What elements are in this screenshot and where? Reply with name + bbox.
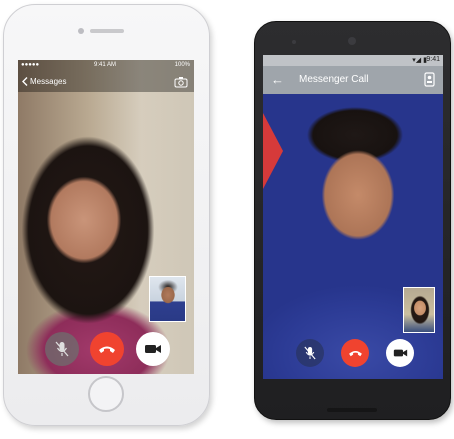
back-to-messages-button[interactable]: Messages [22, 77, 66, 86]
mute-button[interactable] [296, 339, 324, 367]
app-bar-title: Messenger Call [299, 74, 369, 85]
switch-camera-icon[interactable] [424, 72, 435, 87]
iphone-device: ●●●●● 9:41 AM 100% Messages [3, 4, 210, 426]
ios-nav-bar: Messages [18, 72, 194, 92]
video-camera-icon [145, 345, 161, 353]
self-view-thumbnail[interactable] [403, 287, 435, 333]
mic-off-icon [304, 346, 316, 360]
back-label: Messages [30, 77, 67, 86]
battery-indicator: 100% [174, 62, 190, 68]
android-status-bar: ▾◢ ▮ 9:41 [263, 55, 443, 66]
self-view-thumbnail[interactable] [149, 276, 186, 322]
status-time: 9:41 [426, 56, 440, 63]
home-button[interactable] [88, 376, 124, 412]
video-toggle-button[interactable] [136, 332, 170, 366]
end-call-button[interactable] [341, 339, 369, 367]
front-camera [348, 37, 356, 45]
phone-hangup-icon [348, 351, 362, 357]
android-call-screen: ▾◢ ▮ 9:41 ← Messenger Call [263, 55, 443, 379]
video-camera-icon [393, 349, 407, 357]
video-toggle-button[interactable] [386, 339, 414, 367]
camera-icon[interactable] [174, 76, 188, 88]
proximity-sensor [292, 40, 296, 44]
arrow-left-icon[interactable]: ← [271, 72, 284, 87]
android-device: ▾◢ ▮ 9:41 ← Messenger Call [254, 21, 451, 420]
front-camera [78, 28, 84, 34]
ios-status-bar: ●●●●● 9:41 AM 100% [18, 60, 194, 72]
android-app-bar: ← Messenger Call [263, 66, 443, 94]
end-call-button[interactable] [90, 332, 124, 366]
background-red-banner [263, 113, 283, 189]
mic-off-icon [55, 341, 69, 357]
phone-hangup-icon [99, 346, 115, 353]
signal-indicator: ●●●●● [21, 62, 40, 68]
status-time: 9:41 AM [94, 62, 117, 68]
mute-button[interactable] [45, 332, 79, 366]
iphone-call-screen: ●●●●● 9:41 AM 100% Messages [18, 60, 194, 374]
wifi-signal-icons: ▾◢ ▮ [412, 57, 427, 64]
chevron-left-icon [22, 77, 28, 86]
earpiece-speaker [90, 29, 124, 33]
bottom-speaker [327, 408, 377, 412]
